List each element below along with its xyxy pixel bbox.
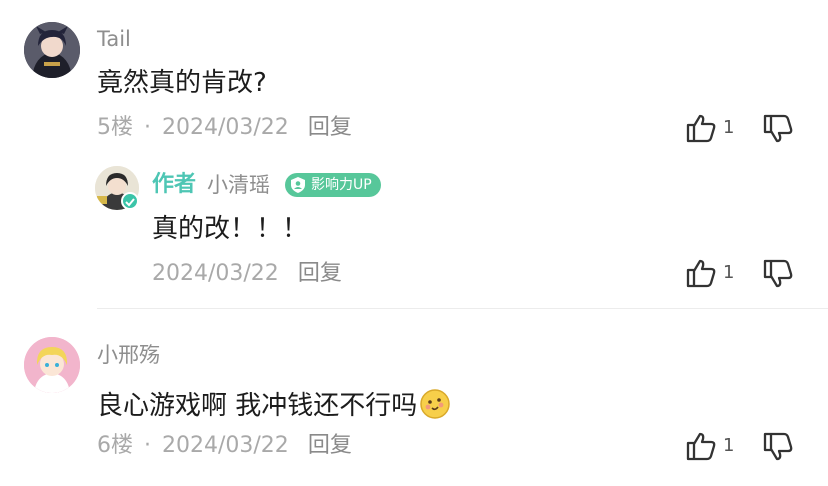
comment-meta: 5楼 · 2024/03/22 回复 xyxy=(97,117,352,139)
influence-badge: 影响力UP xyxy=(285,173,381,197)
thumbs-up-icon xyxy=(686,432,716,461)
thumbs-up-icon xyxy=(686,259,716,288)
comment-divider xyxy=(97,308,828,309)
meta-separator: · xyxy=(144,115,151,140)
comment-meta: 2024/03/22 回复 xyxy=(152,263,342,285)
avatar[interactable] xyxy=(24,337,80,393)
like-count: 1 xyxy=(723,117,735,138)
comment-text: 竟然真的肯改? xyxy=(97,68,267,98)
author-tag: 作者 xyxy=(152,172,197,197)
comment-date: 2024/03/22 xyxy=(152,261,279,286)
reply-button[interactable]: 回复 xyxy=(308,115,352,140)
comment-date: 2024/03/22 xyxy=(162,115,289,140)
reply-button[interactable]: 回复 xyxy=(308,433,352,458)
thumbs-down-icon xyxy=(763,432,793,461)
username[interactable]: 小清瑶 xyxy=(207,175,270,196)
like-count: 1 xyxy=(723,262,735,283)
dislike-button[interactable] xyxy=(762,259,794,289)
avatar[interactable] xyxy=(24,22,80,78)
comment-meta: 6楼 · 2024/03/22 回复 xyxy=(97,435,352,457)
like-count: 1 xyxy=(723,435,735,456)
like-button[interactable] xyxy=(685,113,717,143)
comment-text: 真的改！！！ xyxy=(152,214,309,244)
comment-text-content: 良心游戏啊 我冲钱还不行吗 xyxy=(97,391,418,421)
comment-date: 2024/03/22 xyxy=(162,433,289,458)
badge-label: 影响力UP xyxy=(311,177,372,193)
username[interactable]: Tail xyxy=(97,29,131,50)
username[interactable]: 小邢殇 xyxy=(97,345,160,366)
floor-number: 6楼 xyxy=(97,433,133,458)
dislike-button[interactable] xyxy=(762,432,794,462)
thumbs-up-icon xyxy=(686,114,716,143)
reply-button[interactable]: 回复 xyxy=(298,261,342,286)
dislike-button[interactable] xyxy=(762,114,794,144)
shield-person-icon xyxy=(291,177,305,193)
comment-text: 良心游戏啊 我冲钱还不行吗 xyxy=(97,388,451,425)
verified-check-icon xyxy=(121,192,139,210)
meta-separator: · xyxy=(144,433,151,458)
floor-number: 5楼 xyxy=(97,115,133,140)
like-button[interactable] xyxy=(685,431,717,461)
like-button[interactable] xyxy=(685,258,717,288)
smiling-face-emoji xyxy=(419,388,451,425)
thumbs-down-icon xyxy=(763,259,793,288)
thumbs-down-icon xyxy=(763,114,793,143)
